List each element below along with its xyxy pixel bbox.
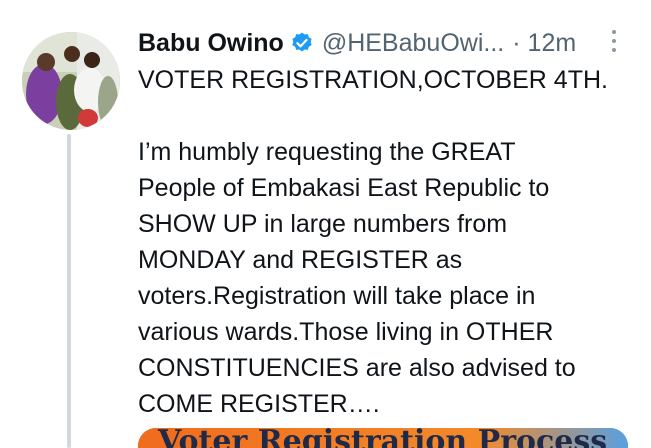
- tweet-line: I’m humbly requesting the GREAT: [138, 138, 516, 166]
- tweet-line: CONSTITUENCIES are also advised to: [138, 354, 576, 382]
- more-vertical-icon[interactable]: [609, 30, 619, 56]
- tweet-text: VOTER REGISTRATION,OCTOBER 4TH. I’m humb…: [138, 62, 638, 422]
- media-caption: Voter Registration Process: [158, 428, 608, 448]
- tweet-line: COME REGISTER….: [138, 390, 380, 418]
- author-name[interactable]: Babu Owino: [138, 29, 284, 58]
- thread-line: [67, 134, 71, 448]
- tweet-line: VOTER REGISTRATION,OCTOBER 4TH.: [138, 66, 608, 94]
- author-handle[interactable]: @HEBabuOwi...: [322, 29, 504, 58]
- tweet-line: various wards.Those living in OTHER: [138, 318, 554, 346]
- tweet-line: voters.Registration will take place in: [138, 282, 536, 310]
- tweet-line: People of Embakasi East Republic to: [138, 174, 550, 202]
- tweet-line: MONDAY and REGISTER as: [138, 246, 463, 274]
- separator-dot: ·: [512, 28, 521, 57]
- timestamp[interactable]: 12m: [528, 29, 577, 58]
- tweet-media-image[interactable]: Voter Registration Process: [138, 428, 628, 448]
- verified-badge-icon: [290, 31, 314, 55]
- avatar-photo: [22, 32, 120, 130]
- tweet[interactable]: Babu Owino @HEBabuOwi... · 12m VOTER REG…: [0, 0, 651, 448]
- tweet-header: Babu Owino @HEBabuOwi... · 12m: [138, 26, 576, 60]
- paragraph-break: [138, 98, 638, 134]
- avatar[interactable]: [22, 32, 120, 130]
- tweet-line: SHOW UP in large numbers from: [138, 210, 508, 238]
